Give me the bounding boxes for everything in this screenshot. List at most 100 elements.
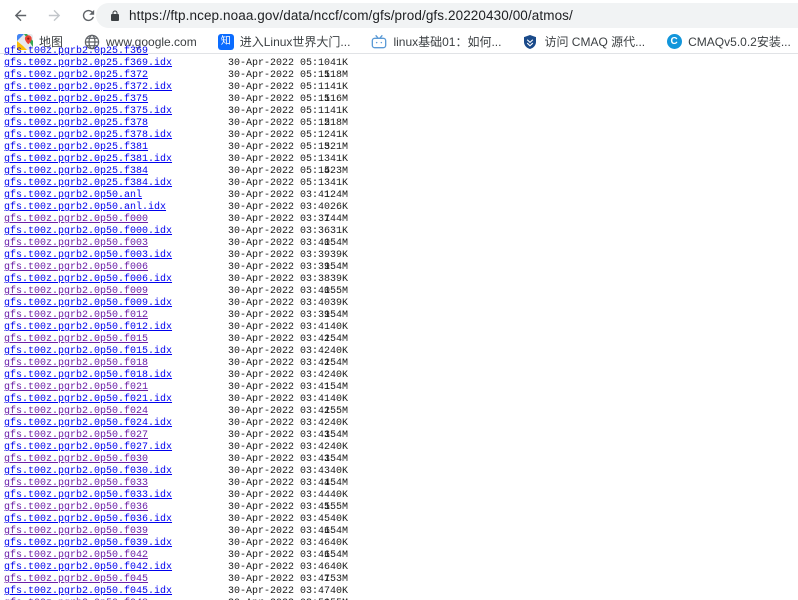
file-link[interactable]: gfs.t00z.pgrb2.0p50.f009 — [4, 286, 148, 298]
file-link[interactable]: gfs.t00z.pgrb2.0p50.f000.idx — [4, 226, 172, 238]
file-size: 39K — [329, 274, 348, 285]
file-link[interactable]: gfs.t00z.pgrb2.0p25.f381.idx — [4, 154, 172, 166]
file-row: gfs.t00z.pgrb2.0p50.f000 30-Apr-2022 03:3… — [0, 214, 798, 226]
file-link[interactable]: gfs.t00z.pgrb2.0p50.f012 — [4, 310, 148, 322]
file-link[interactable]: gfs.t00z.pgrb2.0p50.f027 — [4, 430, 148, 442]
file-link[interactable]: gfs.t00z.pgrb2.0p50.f009.idx — [4, 298, 172, 310]
file-row: gfs.t00z.pgrb2.0p50.f033 30-Apr-2022 03:4… — [0, 478, 798, 490]
file-link[interactable]: gfs.t00z.pgrb2.0p50.f039.idx — [4, 538, 172, 550]
file-row: gfs.t00z.pgrb2.0p50.f042 30-Apr-2022 03:4… — [0, 550, 798, 562]
file-row: gfs.t00z.pgrb2.0p25.f378.idx 30-Apr-2022 … — [0, 130, 798, 142]
file-link[interactable]: gfs.t00z.pgrb2.0p50.f042 — [4, 550, 148, 562]
file-size: 40K — [329, 538, 348, 549]
file-link[interactable]: gfs.t00z.pgrb2.0p50.f039 — [4, 526, 148, 538]
file-row: gfs.t00z.pgrb2.0p50.f015 30-Apr-2022 03:4… — [0, 334, 798, 346]
file-link[interactable]: gfs.t00z.pgrb2.0p50.f021.idx — [4, 394, 172, 406]
file-link[interactable]: gfs.t00z.pgrb2.0p50.f006.idx — [4, 274, 172, 286]
file-link[interactable]: gfs.t00z.pgrb2.0p25.f369 — [4, 46, 148, 58]
file-size: 124M — [323, 190, 348, 201]
file-link[interactable]: gfs.t00z.pgrb2.0p50.f045.idx — [4, 586, 172, 598]
file-row: gfs.t00z.pgrb2.0p50.f003.idx 30-Apr-2022 … — [0, 250, 798, 262]
file-link[interactable]: gfs.t00z.pgrb2.0p25.f384 — [4, 166, 148, 178]
file-link[interactable]: gfs.t00z.pgrb2.0p50.anl — [4, 190, 142, 202]
file-row: gfs.t00z.pgrb2.0p50.anl.idx 30-Apr-2022 0… — [0, 202, 798, 214]
file-link[interactable]: gfs.t00z.pgrb2.0p50.f033 — [4, 478, 148, 490]
file-link[interactable]: gfs.t00z.pgrb2.0p50.f042.idx — [4, 562, 172, 574]
file-link[interactable]: gfs.t00z.pgrb2.0p50.f006 — [4, 262, 148, 274]
file-size: 40K — [329, 490, 348, 501]
file-row: gfs.t00z.pgrb2.0p50.f009.idx 30-Apr-2022 … — [0, 298, 798, 310]
file-link[interactable]: gfs.t00z.pgrb2.0p50.f012.idx — [4, 322, 172, 334]
file-row: gfs.t00z.pgrb2.0p50.f021.idx 30-Apr-2022 … — [0, 394, 798, 406]
file-size: 154M — [323, 334, 348, 345]
file-link[interactable]: gfs.t00z.pgrb2.0p50.f027.idx — [4, 442, 172, 454]
file-row: gfs.t00z.pgrb2.0p50.f027.idx 30-Apr-2022 … — [0, 442, 798, 454]
file-row: gfs.t00z.pgrb2.0p50.f012 30-Apr-2022 03:3… — [0, 310, 798, 322]
file-link[interactable]: gfs.t00z.pgrb2.0p50.f018.idx — [4, 370, 172, 382]
file-link[interactable]: gfs.t00z.pgrb2.0p25.f372.idx — [4, 82, 172, 94]
file-row: gfs.t00z.pgrb2.0p50.f006 30-Apr-2022 03:3… — [0, 262, 798, 274]
file-row: gfs.t00z.pgrb2.0p50.f012.idx 30-Apr-2022 … — [0, 322, 798, 334]
file-link[interactable]: gfs.t00z.pgrb2.0p50.f024.idx — [4, 418, 172, 430]
file-link[interactable]: gfs.t00z.pgrb2.0p25.f375.idx — [4, 106, 172, 118]
file-link[interactable]: gfs.t00z.pgrb2.0p25.f378 — [4, 118, 148, 130]
file-link[interactable]: gfs.t00z.pgrb2.0p50.f015 — [4, 334, 148, 346]
back-icon — [14, 9, 26, 21]
file-link[interactable]: gfs.t00z.pgrb2.0p25.f378.idx — [4, 130, 172, 142]
address-bar[interactable]: https://ftp.ncep.noaa.gov/data/nccf/com/… — [96, 3, 798, 28]
file-size: 41K — [329, 82, 348, 93]
file-link[interactable]: gfs.t00z.pgrb2.0p25.f372 — [4, 70, 148, 82]
file-link[interactable]: gfs.t00z.pgrb2.0p50.f045 — [4, 574, 148, 586]
file-link[interactable]: gfs.t00z.pgrb2.0p50.f000 — [4, 214, 148, 226]
file-link[interactable]: gfs.t00z.pgrb2.0p50.f015.idx — [4, 346, 172, 358]
file-size: 518M — [323, 118, 348, 129]
file-link[interactable]: gfs.t00z.pgrb2.0p50.f024 — [4, 406, 148, 418]
file-row: gfs.t00z.pgrb2.0p50.f045 30-Apr-2022 03:4… — [0, 574, 798, 586]
file-row: gfs.t00z.pgrb2.0p50.f024 30-Apr-2022 03:4… — [0, 406, 798, 418]
file-size: 41K — [329, 58, 348, 69]
forward-button[interactable] — [40, 1, 68, 29]
file-size: 31K — [329, 226, 348, 237]
file-link[interactable]: gfs.t00z.pgrb2.0p50.anl.idx — [4, 202, 166, 214]
file-row: gfs.t00z.pgrb2.0p25.f384 30-Apr-2022 05:1… — [0, 166, 798, 178]
file-size: 40K — [329, 514, 348, 525]
file-row: gfs.t00z.pgrb2.0p50.f033.idx 30-Apr-2022 … — [0, 490, 798, 502]
file-row: gfs.t00z.pgrb2.0p25.f372.idx 30-Apr-2022 … — [0, 82, 798, 94]
file-size: 154M — [323, 382, 348, 393]
file-link[interactable]: gfs.t00z.pgrb2.0p50.f033.idx — [4, 490, 172, 502]
file-size: 40K — [329, 562, 348, 573]
file-size: 39K — [329, 298, 348, 309]
file-row: gfs.t00z.pgrb2.0p50.f018 30-Apr-2022 03:4… — [0, 358, 798, 370]
lock-icon — [111, 10, 119, 21]
file-link[interactable]: gfs.t00z.pgrb2.0p50.f003.idx — [4, 250, 172, 262]
refresh-icon — [82, 9, 94, 21]
file-row: gfs.t00z.pgrb2.0p25.f369.idx 30-Apr-2022 … — [0, 58, 798, 70]
file-link[interactable]: gfs.t00z.pgrb2.0p25.f375 — [4, 94, 148, 106]
file-size: 39K — [329, 250, 348, 261]
file-link[interactable]: gfs.t00z.pgrb2.0p50.f036.idx — [4, 514, 172, 526]
file-link[interactable]: gfs.t00z.pgrb2.0p50.f030 — [4, 454, 148, 466]
file-row: gfs.t00z.pgrb2.0p50.anl 30-Apr-2022 03:41… — [0, 190, 798, 202]
file-link[interactable]: gfs.t00z.pgrb2.0p50.f036 — [4, 502, 148, 514]
file-row: gfs.t00z.pgrb2.0p50.f003 30-Apr-2022 03:4… — [0, 238, 798, 250]
file-size: 155M — [323, 406, 348, 417]
file-size: 523M — [323, 166, 348, 177]
file-link[interactable]: gfs.t00z.pgrb2.0p25.f369.idx — [4, 58, 172, 70]
file-link[interactable]: gfs.t00z.pgrb2.0p50.f018 — [4, 358, 148, 370]
file-row: gfs.t00z.pgrb2.0p50.f036.idx 30-Apr-2022 … — [0, 514, 798, 526]
file-link[interactable]: gfs.t00z.pgrb2.0p50.f021 — [4, 382, 148, 394]
file-row: gfs.t00z.pgrb2.0p50.f021 30-Apr-2022 03:4… — [0, 382, 798, 394]
file-size: 154M — [323, 550, 348, 561]
file-link[interactable]: gfs.t00z.pgrb2.0p50.f030.idx — [4, 466, 172, 478]
file-size: 40K — [329, 442, 348, 453]
file-row: gfs.t00z.pgrb2.0p25.f369 — [0, 46, 798, 58]
file-link[interactable]: gfs.t00z.pgrb2.0p50.f003 — [4, 238, 148, 250]
file-size: 41K — [329, 130, 348, 141]
file-link[interactable]: gfs.t00z.pgrb2.0p25.f384.idx — [4, 178, 172, 190]
file-link[interactable]: gfs.t00z.pgrb2.0p25.f381 — [4, 142, 148, 154]
file-row: gfs.t00z.pgrb2.0p50.f039.idx 30-Apr-2022 … — [0, 538, 798, 550]
file-size: 154M — [323, 238, 348, 249]
back-button[interactable] — [6, 1, 34, 29]
file-size: 154M — [323, 454, 348, 465]
file-size: 155M — [323, 502, 348, 513]
